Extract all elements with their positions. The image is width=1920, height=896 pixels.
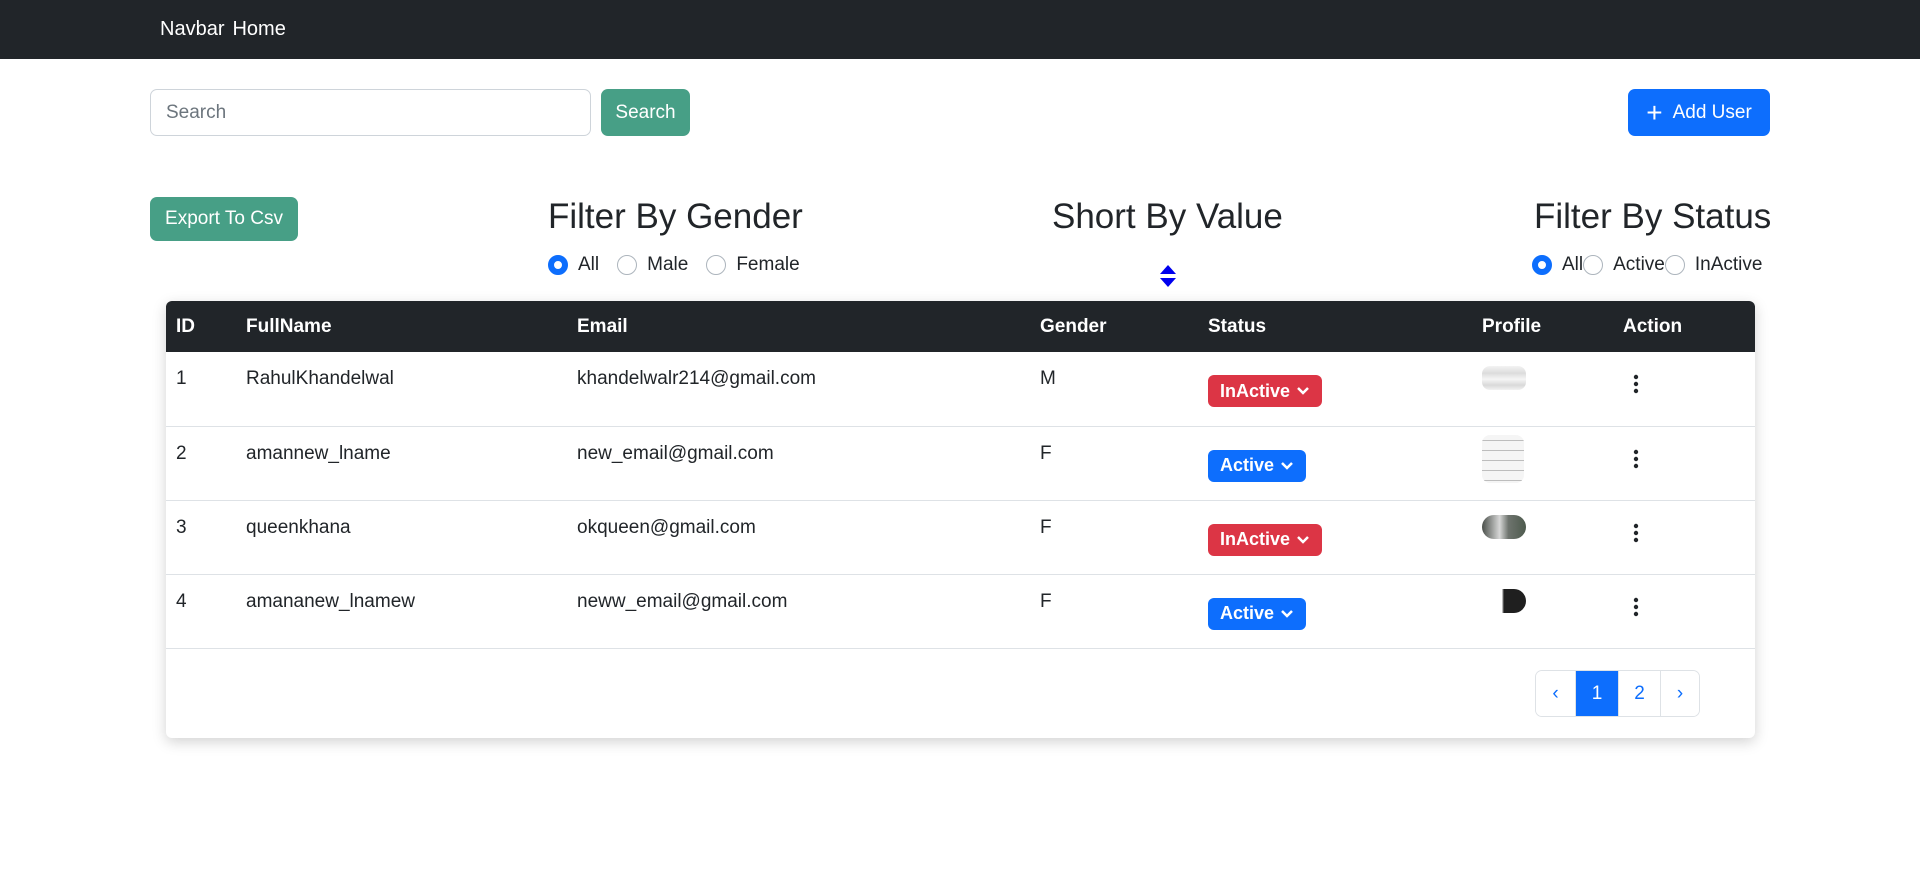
cell-status: Active [1198, 426, 1472, 500]
radio-unchecked-icon[interactable] [1664, 255, 1685, 275]
pagination-page-2[interactable]: 2 [1618, 671, 1660, 716]
kebab-menu-icon[interactable] [1633, 449, 1639, 469]
profile-image[interactable] [1482, 434, 1524, 483]
status-dropdown-button[interactable]: Active [1208, 449, 1307, 482]
status-label: Active [1220, 455, 1275, 475]
sort-icon[interactable] [1159, 263, 1177, 289]
pagination: ‹ 1 2 › [1535, 670, 1700, 717]
sort-by-value-title: Short By Value [1052, 197, 1283, 236]
table-row: 2 amannew_lname new_email@gmail.com F Ac… [166, 426, 1755, 500]
table-row: 3 queenkhana okqueen@gmail.com F InActiv… [166, 500, 1755, 574]
status-dropdown-button[interactable]: InActive [1208, 375, 1323, 407]
gender-option-male[interactable]: Male [617, 254, 688, 276]
chevron-down-icon [1281, 609, 1293, 618]
column-header-email: Email [577, 315, 628, 337]
users-table-card: ID FullName Email Gender Status Profile … [166, 301, 1755, 738]
cell-gender: F [1040, 442, 1052, 464]
cell-id: 3 [176, 516, 187, 538]
column-header-profile: Profile [1482, 315, 1542, 337]
chevron-down-icon [1297, 387, 1309, 395]
radio-unchecked-icon[interactable] [617, 255, 638, 275]
status-option-inactive[interactable]: InActive [1664, 254, 1762, 276]
cell-action [1613, 426, 1755, 500]
add-user-label: Add User [1672, 101, 1752, 123]
plus-icon: + [1646, 96, 1663, 128]
column-header-fullname: FullName [246, 315, 332, 337]
cell-profile [1472, 426, 1613, 500]
radio-checked-icon[interactable] [548, 255, 568, 275]
pagination-next-button[interactable]: › [1660, 671, 1699, 716]
kebab-menu-icon[interactable] [1633, 523, 1639, 543]
column-header-id: ID [176, 315, 195, 337]
navbar-home-link[interactable]: Home [232, 18, 285, 41]
status-label: Active [1220, 603, 1275, 623]
navbar: Navbar Home [0, 0, 1920, 59]
cell-profile [1472, 500, 1613, 574]
radio-checked-icon[interactable] [1532, 255, 1552, 275]
cell-fullname: RahulKhandelwal [246, 368, 394, 389]
status-dropdown-button[interactable]: Active [1208, 597, 1307, 630]
add-user-button[interactable]: + Add User [1628, 89, 1770, 136]
cell-id: 1 [176, 368, 187, 389]
column-header-status: Status [1208, 315, 1267, 337]
cell-email: okqueen@gmail.com [577, 516, 756, 538]
table-header-row: ID FullName Email Gender Status Profile … [166, 301, 1755, 352]
cell-email: khandelwalr214@gmail.com [577, 368, 816, 389]
cell-gender: M [1040, 368, 1056, 389]
cell-gender: F [1040, 590, 1052, 612]
gender-filter-group: All Male Female [548, 254, 818, 276]
cell-id: 2 [176, 442, 187, 464]
kebab-menu-icon[interactable] [1633, 374, 1639, 394]
cell-fullname: amananew_lnamew [246, 590, 415, 612]
search-input[interactable] [150, 89, 591, 136]
status-option-active[interactable]: Active [1583, 254, 1665, 276]
cell-id: 4 [176, 590, 187, 612]
cell-status: InActive [1198, 352, 1472, 426]
column-header-action: Action [1623, 315, 1683, 337]
profile-image[interactable] [1482, 514, 1526, 539]
column-header-gender: Gender [1040, 315, 1107, 337]
cell-gender: F [1040, 516, 1052, 538]
cell-status: InActive [1198, 500, 1472, 574]
radio-unchecked-icon[interactable] [1583, 255, 1604, 275]
status-label: InActive [1220, 380, 1291, 401]
pagination-page-1[interactable]: 1 [1575, 671, 1618, 716]
export-csv-button[interactable]: Export To Csv [150, 197, 298, 241]
gender-option-female[interactable]: Female [706, 254, 800, 276]
search-button[interactable]: Search [601, 89, 690, 136]
profile-image[interactable] [1482, 588, 1526, 613]
cell-action [1613, 500, 1755, 574]
status-option-all[interactable]: All [1532, 254, 1583, 276]
status-dropdown-button[interactable]: InActive [1208, 523, 1323, 556]
users-table: ID FullName Email Gender Status Profile … [166, 301, 1755, 649]
profile-image[interactable] [1482, 366, 1526, 390]
cell-email: neww_email@gmail.com [577, 590, 788, 612]
cell-action [1613, 574, 1755, 648]
status-label: InActive [1220, 529, 1291, 549]
cell-profile [1472, 574, 1613, 648]
cell-email: new_email@gmail.com [577, 442, 774, 464]
gender-option-all[interactable]: All [548, 254, 599, 276]
kebab-menu-icon[interactable] [1633, 597, 1639, 617]
table-row: 1 RahulKhandelwal khandelwalr214@gmail.c… [166, 352, 1755, 426]
radio-unchecked-icon[interactable] [706, 255, 727, 275]
filter-gender-title: Filter By Gender [548, 197, 803, 236]
pagination-prev-button[interactable]: ‹ [1536, 671, 1575, 716]
cell-action [1613, 352, 1755, 426]
cell-status: Active [1198, 574, 1472, 648]
filter-status-title: Filter By Status [1534, 197, 1772, 236]
navbar-brand[interactable]: Navbar [160, 18, 224, 41]
status-filter-group: All Active InActive [1532, 254, 1762, 276]
chevron-down-icon [1297, 535, 1309, 544]
cell-fullname: amannew_lname [246, 442, 391, 464]
cell-fullname: queenkhana [246, 516, 351, 538]
cell-profile [1472, 352, 1613, 426]
chevron-down-icon [1281, 461, 1293, 470]
table-row: 4 amananew_lnamew neww_email@gmail.com F… [166, 574, 1755, 648]
